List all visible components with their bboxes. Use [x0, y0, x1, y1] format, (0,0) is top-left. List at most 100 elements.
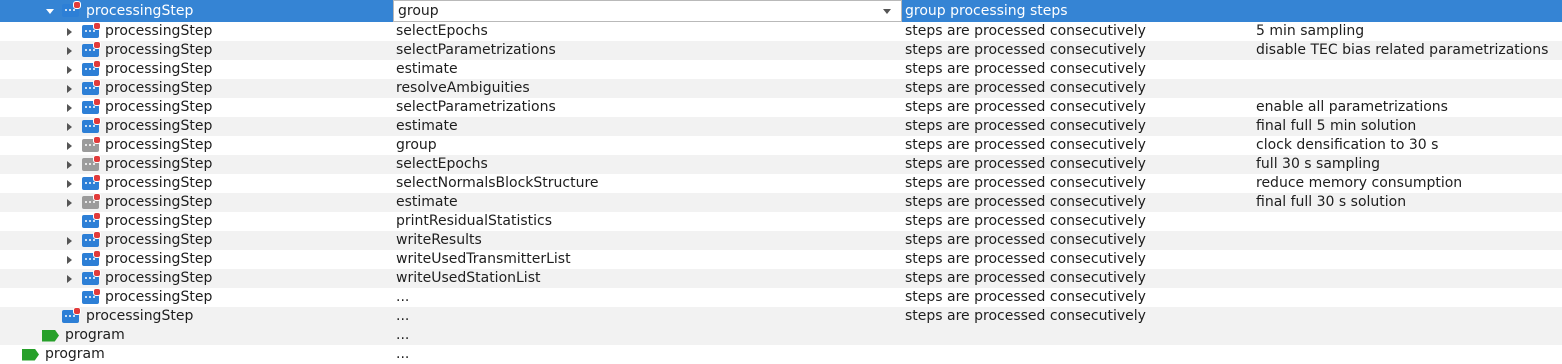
collapse-arrow-icon[interactable] [46, 9, 54, 14]
processing-step-icon [82, 117, 101, 133]
comment-cell [1256, 250, 1556, 269]
description-cell: steps are processed consecutively [905, 42, 1146, 58]
chevron-down-icon[interactable] [883, 9, 891, 14]
processing-step-icon [82, 41, 101, 57]
node-name: processingStep [105, 61, 213, 77]
node-name: program [65, 327, 125, 343]
tree-row[interactable]: processingStep estimate steps are processe… [0, 60, 1562, 79]
name-cell: processingStep [0, 155, 393, 174]
description-cell: steps are processed consecutively [905, 61, 1146, 77]
comment-cell: 5 min sampling [1256, 23, 1365, 39]
comment-cell [1256, 269, 1556, 288]
description-cell: steps are processed consecutively [905, 80, 1146, 96]
description-cell: steps are processed consecutively [905, 251, 1146, 267]
comment-cell: final full 30 s solution [1256, 194, 1407, 210]
value-cell: group [396, 137, 437, 153]
tree-row[interactable]: processingStep writeResults steps are proc… [0, 231, 1562, 250]
name-cell: program [0, 326, 393, 345]
expand-arrow-icon[interactable] [67, 65, 72, 74]
expand-arrow-icon[interactable] [67, 198, 72, 207]
description-cell: steps are processed consecutively [905, 194, 1146, 210]
processing-step-icon [82, 269, 101, 285]
tree-row[interactable]: processingStep selectEpochs steps are proc… [0, 155, 1562, 174]
description-cell: group processing steps [905, 3, 1068, 19]
name-cell: processingStep [0, 117, 393, 136]
tree-row[interactable]: program ... [0, 345, 1562, 364]
tree-row-selected[interactable]: processingStep group group processing st… [0, 0, 1562, 22]
value-cell: ... [396, 289, 410, 305]
expand-arrow-icon[interactable] [67, 27, 72, 36]
processing-step-icon [62, 307, 81, 323]
value-cell: ... [396, 346, 410, 362]
value-cell: ... [396, 308, 410, 324]
name-cell: processingStep [0, 193, 393, 212]
processing-step-icon [82, 60, 101, 76]
expand-arrow-icon[interactable] [67, 84, 72, 93]
name-cell: processingStep [0, 307, 393, 326]
value-cell: estimate [396, 194, 458, 210]
expand-arrow-icon[interactable] [67, 236, 72, 245]
expand-arrow-icon[interactable] [67, 255, 72, 264]
node-name: processingStep [105, 232, 213, 248]
processing-step-icon [82, 193, 101, 209]
tree-row[interactable]: processingStep selectNormalsBlockStructur… [0, 174, 1562, 193]
description-cell: steps are processed consecutively [905, 213, 1146, 229]
tree-row[interactable]: processingStep writeUsedStationList steps … [0, 269, 1562, 288]
comment-cell: final full 5 min solution [1256, 118, 1417, 134]
tree-row[interactable]: processingStep selectParametrizations step… [0, 98, 1562, 117]
name-cell: processingStep [0, 288, 393, 307]
processing-step-icon [82, 79, 101, 95]
processing-step-icon [82, 288, 101, 304]
node-name: processingStep [105, 213, 213, 229]
comment-cell: reduce memory consumption [1256, 175, 1463, 191]
description-cell: steps are processed consecutively [905, 137, 1146, 153]
expand-arrow-icon[interactable] [67, 103, 72, 112]
node-name: processingStep [105, 137, 213, 153]
expand-arrow-icon[interactable] [67, 274, 72, 283]
tree-row[interactable]: processingStep selectParametrizations step… [0, 41, 1562, 60]
processing-step-icon [82, 155, 101, 171]
tree-row[interactable]: processingStep group steps are processed c… [0, 136, 1562, 155]
tree-row[interactable]: processingStep selectEpochs steps are proc… [0, 22, 1562, 41]
node-name: processingStep [105, 251, 213, 267]
name-cell: processingStep [0, 212, 393, 231]
value-combobox[interactable]: group [393, 0, 902, 22]
tree-row[interactable]: program ... [0, 326, 1562, 345]
description-cell: steps are processed consecutively [905, 232, 1146, 248]
expand-arrow-icon[interactable] [67, 46, 72, 55]
tree-row[interactable]: processingStep... steps are processed con… [0, 288, 1562, 307]
name-cell: processingStep [0, 22, 393, 41]
tree-row[interactable]: processingStep ... steps are processed c… [0, 307, 1562, 326]
description-cell: steps are processed consecutively [905, 156, 1146, 172]
comment-cell [1256, 212, 1556, 231]
name-cell: processingStep [0, 0, 393, 22]
comment-cell [1256, 231, 1556, 250]
program-icon [42, 329, 59, 342]
node-name: processingStep [105, 80, 213, 96]
value-cell: writeResults [396, 232, 482, 248]
tree-row[interactable]: processingStep writeUsedTransmitterList st… [0, 250, 1562, 269]
description-cell: steps are processed consecutively [905, 175, 1146, 191]
comment-cell [1256, 288, 1556, 307]
expand-arrow-icon[interactable] [67, 160, 72, 169]
processing-step-icon [82, 174, 101, 190]
value-cell: writeUsedStationList [396, 270, 541, 286]
processing-step-icon [82, 212, 101, 228]
name-cell: program [0, 345, 393, 364]
name-cell: processingStep [0, 174, 393, 193]
name-cell: processingStep [0, 136, 393, 155]
node-name: processingStep [105, 23, 213, 39]
config-tree: processingStep group group processing st… [0, 0, 1562, 364]
tree-row[interactable]: processingStep estimate steps are processe… [0, 193, 1562, 212]
comment-cell: disable TEC bias related parametrization… [1256, 42, 1549, 58]
tree-row[interactable]: processingStep resolveAmbiguities steps ar… [0, 79, 1562, 98]
expand-arrow-icon[interactable] [67, 141, 72, 150]
tree-row[interactable]: processingStep estimate steps are processe… [0, 117, 1562, 136]
node-name: processingStep [105, 289, 213, 305]
program-icon [22, 348, 39, 361]
expand-arrow-icon[interactable] [67, 122, 72, 131]
comment-cell: full 30 s sampling [1256, 156, 1380, 172]
tree-row[interactable]: processingStep printResidualStatistics ste… [0, 212, 1562, 231]
name-cell: processingStep [0, 60, 393, 79]
expand-arrow-icon[interactable] [67, 179, 72, 188]
